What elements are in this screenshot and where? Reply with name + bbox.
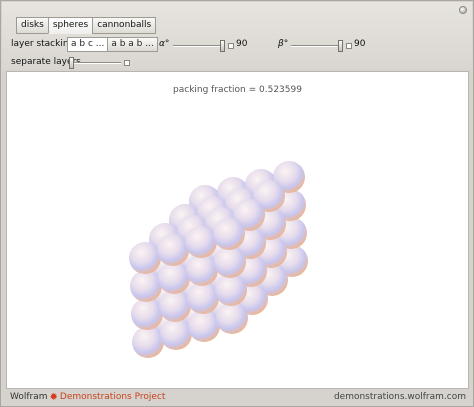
demonstrations-project-link[interactable]: Demonstrations Project: [60, 392, 165, 402]
beta-label: β°: [278, 39, 289, 49]
sphere: [214, 246, 246, 278]
sphere: [188, 310, 220, 342]
wolfram-wordmark: Wolfram: [10, 392, 48, 402]
tab-cannonballs[interactable]: cannonballs: [92, 17, 157, 34]
alpha-value: 90: [236, 39, 248, 49]
beta-slider[interactable]: [291, 40, 343, 52]
sphere: [187, 282, 219, 314]
separate-layers-slider[interactable]: [69, 57, 121, 69]
beta-plus-icon[interactable]: [346, 43, 352, 49]
alpha-label: α°: [159, 39, 170, 49]
tab-spheres[interactable]: spheres: [47, 17, 94, 34]
sphere: [132, 326, 164, 358]
graphics-canvas[interactable]: packing fraction = 0.523599: [6, 71, 469, 389]
options-toggle-icon[interactable]: [459, 6, 467, 14]
layer-stacking-setter: a b c ... a b a b ...: [67, 37, 158, 52]
wolfram-brand[interactable]: Wolfram ✹ Demonstrations Project: [10, 392, 165, 402]
alpha-slider[interactable]: [173, 40, 225, 52]
sphere: [129, 242, 161, 274]
sphere-packing-graphic[interactable]: [7, 72, 468, 388]
footer-bar: Wolfram ✹ Demonstrations Project demonst…: [2, 389, 472, 406]
sphere: [213, 218, 245, 250]
beta-slider-track: [291, 45, 343, 47]
sphere: [131, 298, 163, 330]
sphere: [160, 318, 192, 350]
beta-value: 90: [354, 39, 366, 49]
alpha-slider-track: [173, 45, 225, 47]
mode-tabs: disks spheres cannonballs: [16, 17, 157, 34]
stacking-abc-button[interactable]: a b c ...: [67, 37, 109, 52]
sphere: [185, 226, 217, 258]
separate-layers-track: [69, 62, 121, 64]
beta-slider-thumb[interactable]: [338, 40, 343, 52]
sphere: [215, 274, 247, 306]
alpha-plus-icon[interactable]: [228, 43, 234, 49]
control-panel: disks spheres cannonballs layer stacking…: [2, 2, 472, 70]
demonstrations-url[interactable]: demonstrations.wolfram.com: [334, 392, 466, 402]
tab-disks[interactable]: disks: [16, 17, 49, 34]
stacking-abab-button[interactable]: a b a b ...: [107, 37, 158, 52]
separate-layers-thumb[interactable]: [69, 57, 74, 69]
sphere: [130, 270, 162, 302]
sphere: [186, 254, 218, 286]
layer-stacking-label: layer stacking: [11, 39, 75, 49]
sphere: [159, 290, 191, 322]
demonstration-window: disks spheres cannonballs layer stacking…: [0, 0, 474, 407]
sphere: [216, 302, 248, 334]
sphere: [158, 262, 190, 294]
alpha-slider-thumb[interactable]: [220, 40, 225, 52]
separate-layers-plus-icon[interactable]: [124, 60, 130, 66]
sphere: [157, 234, 189, 266]
spikey-logo-icon: ✹: [49, 391, 58, 403]
